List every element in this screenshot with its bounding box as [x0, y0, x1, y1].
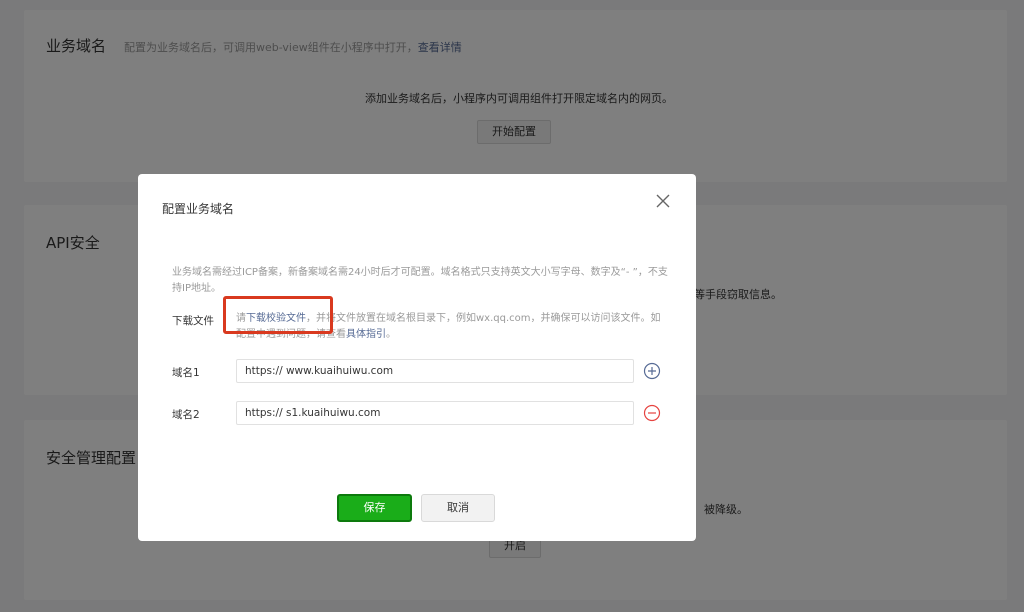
domain-2-label: 域名2: [172, 409, 200, 421]
modal-note: 业务域名需经过ICP备案，新备案域名需24小时后才可配置。域名格式只支持英文大小…: [172, 267, 668, 294]
close-icon[interactable]: [655, 193, 671, 209]
modal-title: 配置业务域名: [162, 202, 235, 216]
plus-circle-icon[interactable]: [643, 362, 661, 380]
download-text-end: 。: [386, 329, 396, 340]
minus-circle-icon[interactable]: [643, 404, 661, 422]
save-button[interactable]: 保存: [337, 494, 412, 522]
guide-link[interactable]: 具体指引: [346, 329, 386, 340]
domain-1-input[interactable]: [236, 359, 634, 383]
download-file-label: 下载文件: [172, 315, 214, 327]
domain-2-input[interactable]: [236, 401, 634, 425]
domain-1-label: 域名1: [172, 367, 200, 379]
highlight-annotation: [223, 296, 333, 334]
cancel-button[interactable]: 取消: [421, 494, 495, 522]
config-domain-modal: 配置业务域名 业务域名需经过ICP备案，新备案域名需24小时后才可配置。域名格式…: [138, 174, 696, 541]
